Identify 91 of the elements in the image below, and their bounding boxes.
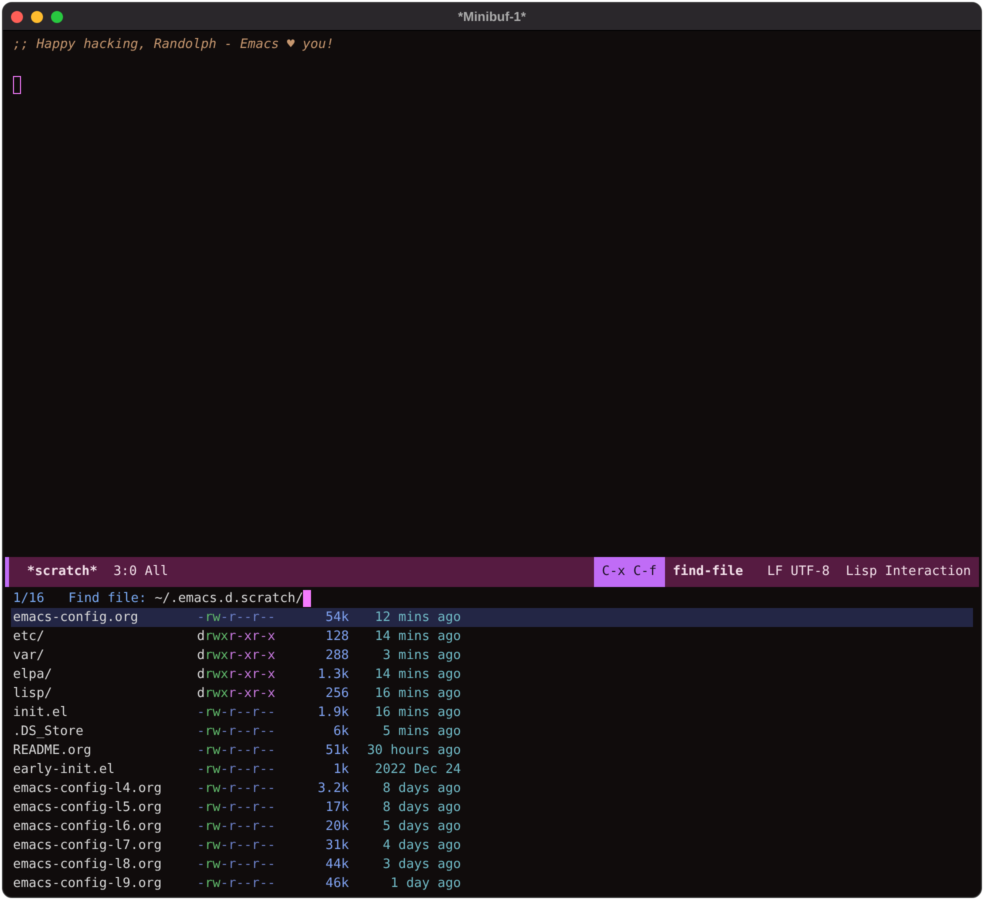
window-title: *Minibuf-1*: [458, 8, 526, 26]
file-size: 6k: [332, 722, 349, 741]
file-permissions: -rw-r--r--: [197, 704, 276, 722]
file-name: etc/: [13, 628, 46, 646]
zoom-button[interactable]: [51, 10, 63, 22]
file-size: 1.9k: [316, 704, 349, 722]
file-size: 3.2k: [316, 780, 349, 798]
modified-time: 8 days ago: [382, 780, 461, 798]
file-row[interactable]: emacs-config-l6.org -rw-r--r-- 20k 5 days ago: [11, 817, 973, 836]
comment-line: ;; Happy hacking, Randolph - Emacs ♥ you!: [13, 36, 334, 54]
file-permissions: -rw-r--r--: [197, 798, 276, 817]
modified-time: 14 mins ago: [374, 628, 461, 646]
file-row[interactable]: emacs-config-l8.org -rw-r--r-- 44k 3 days ago: [11, 855, 973, 874]
file-permissions: -rw-r--r--: [197, 836, 276, 855]
file-permissions: -rw-r--r--: [197, 780, 276, 798]
file-permissions: -rw-r--r--: [197, 856, 276, 874]
file-size: 1.3k: [316, 666, 349, 684]
file-row[interactable]: emacs-config-l7.org -rw-r--r-- 31k 4 days ago: [11, 836, 973, 855]
cursor-position: 3:0 All: [113, 563, 168, 582]
file-size: 31k: [324, 836, 349, 855]
command-name: find-file: [672, 563, 744, 582]
file-size: 17k: [324, 798, 349, 817]
file-name: emacs-config-l9.org: [13, 874, 163, 893]
file-permissions: drwxr-xr-x: [197, 684, 276, 703]
file-row[interactable]: emacs-config-l9.org -rw-r--r-- 46k 1 day ago: [11, 874, 973, 893]
file-size: 288: [324, 646, 349, 665]
modified-time: 8 days ago: [382, 798, 461, 817]
modified-time: 3 days ago: [382, 856, 461, 874]
file-permissions: -rw-r--r--: [197, 608, 276, 627]
file-size: 51k: [324, 742, 349, 760]
file-name: emacs-config-l7.org: [13, 836, 163, 855]
file-permissions: -rw-r--r--: [197, 818, 276, 836]
file-name: emacs-config-l4.org: [13, 780, 163, 798]
file-permissions: -rw-r--r--: [197, 742, 276, 760]
candidate-count: 1/16: [13, 590, 44, 608]
major-mode: Lisp Interaction: [846, 563, 971, 582]
file-name: var/: [13, 646, 46, 665]
file-row[interactable]: .DS_Store -rw-r--r-- 6k 5 mins ago: [11, 722, 973, 741]
file-size: 54k: [324, 608, 349, 627]
file-name: README.org: [13, 742, 92, 760]
file-permissions: drwxr-xr-x: [197, 628, 276, 646]
path-input[interactable]: ~/.emacs.d.scratch/: [154, 588, 312, 608]
key-sequence: C-x C-f: [594, 557, 665, 587]
file-name: .DS_Store: [13, 722, 84, 741]
modified-time: 5 mins ago: [382, 722, 461, 741]
text-cursor: [13, 76, 21, 94]
file-row[interactable]: emacs-config.org -rw-r--r-- 54k 12 mins ago: [11, 608, 973, 627]
file-row[interactable]: emacs-config-l4.org -rw-r--r-- 3.2k 8 days ago: [11, 779, 973, 798]
file-name: early-init.el: [13, 760, 116, 779]
modified-time: 30 hours ago: [366, 742, 461, 760]
file-permissions: drwxr-xr-x: [197, 666, 276, 684]
modified-time: 2022 Dec 24: [374, 760, 461, 779]
file-row[interactable]: README.org -rw-r--r-- 51k 30 hours ago: [11, 741, 973, 760]
file-name: lisp/: [13, 684, 54, 703]
file-row[interactable]: elpa/ drwxr-xr-x 1.3k 14 mins ago: [11, 665, 973, 684]
file-permissions: -rw-r--r--: [197, 722, 276, 741]
modified-time: 12 mins ago: [374, 608, 461, 627]
file-size: 46k: [324, 874, 349, 893]
modified-time: 5 days ago: [382, 818, 461, 836]
text-cursor: [303, 590, 312, 607]
modified-time: 3 mins ago: [382, 646, 461, 665]
file-size: 128: [324, 628, 349, 646]
buffer-name: *scratch*: [27, 563, 98, 582]
file-size: 44k: [324, 856, 349, 874]
modified-time: 4 days ago: [382, 836, 461, 855]
file-row[interactable]: lisp/ drwxr-xr-x 256 16 mins ago: [11, 684, 973, 703]
file-row[interactable]: etc/ drwxr-xr-x 128 14 mins ago: [11, 627, 973, 646]
file-permissions: -rw-r--r--: [197, 874, 276, 893]
close-button[interactable]: [11, 10, 23, 22]
file-name: emacs-config-l5.org: [13, 798, 163, 817]
file-permissions: drwxr-xr-x: [197, 646, 276, 665]
file-name: emacs-config.org: [13, 608, 140, 627]
prompt-label: Find file:: [68, 590, 147, 608]
file-row[interactable]: early-init.el -rw-r--r-- 1k 2022 Dec 24: [11, 760, 973, 779]
file-permissions: -rw-r--r--: [197, 760, 276, 779]
file-row[interactable]: var/ drwxr-xr-x 288 3 mins ago: [11, 646, 973, 665]
file-name: emacs-config-l8.org: [13, 856, 163, 874]
minimize-button[interactable]: [31, 10, 43, 22]
file-name: elpa/: [13, 666, 54, 684]
file-row[interactable]: emacs-config-l5.org -rw-r--r-- 17k 8 days ago: [11, 798, 973, 817]
file-size: 20k: [324, 818, 349, 836]
file-row[interactable]: init.el -rw-r--r-- 1.9k 16 mins ago: [11, 703, 973, 722]
file-size: 256: [324, 684, 349, 703]
modified-time: 16 mins ago: [374, 684, 461, 703]
modified-time: 1 day ago: [390, 874, 461, 893]
file-name: emacs-config-l6.org: [13, 818, 163, 836]
file-name: init.el: [13, 704, 69, 722]
modified-time: 16 mins ago: [374, 704, 461, 722]
encoding: LF UTF-8: [767, 563, 830, 582]
file-size: 1k: [332, 760, 349, 779]
modified-time: 14 mins ago: [374, 666, 461, 684]
